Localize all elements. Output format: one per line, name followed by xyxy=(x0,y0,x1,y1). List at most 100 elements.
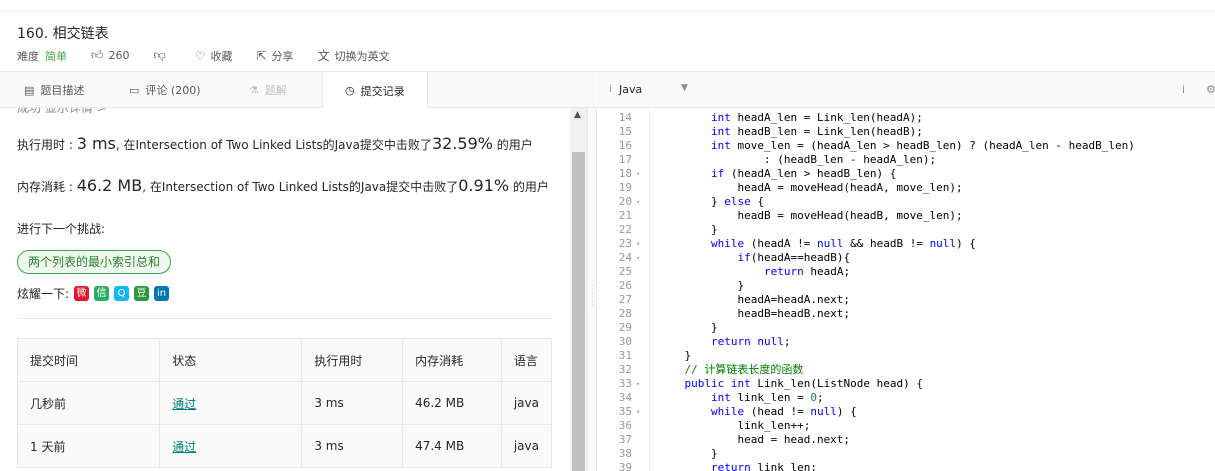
settings-icon[interactable]: ⚙ xyxy=(1206,83,1215,96)
cell-runtime: 3 ms xyxy=(301,424,404,468)
status-link[interactable]: 通过 xyxy=(172,397,196,411)
thumbs-down-icon: 👎︎ xyxy=(153,48,166,62)
drag-handle-icon[interactable]: · · · · · · xyxy=(591,282,594,310)
code-line[interactable]: link_len++; xyxy=(658,419,810,433)
line-number: 28 xyxy=(618,307,632,320)
doc-icon: ▤ xyxy=(24,83,35,97)
code-line[interactable]: } xyxy=(658,321,718,335)
line-number: 17 xyxy=(618,153,632,166)
code-line[interactable]: } xyxy=(658,349,691,363)
code-line[interactable]: headA=headA.next; xyxy=(658,293,850,307)
weibo-icon[interactable]: 微 xyxy=(74,286,90,301)
line-number: 24 xyxy=(618,251,632,264)
runtime-tail: 的用户 xyxy=(492,138,533,152)
linkedin-icon[interactable]: in xyxy=(154,286,170,301)
code-line[interactable]: if (headA_len > headB_len) { xyxy=(658,167,896,181)
code-line[interactable]: headB = moveHead(headB, move_len); xyxy=(658,209,962,223)
line-number: 15 xyxy=(618,125,632,138)
code-line[interactable]: } xyxy=(658,223,718,237)
scroll-up-arrow-icon[interactable]: ▲ xyxy=(574,110,581,120)
result-detail-link[interactable]: 成功 显示详情 > xyxy=(17,108,107,116)
code-line[interactable]: return headA; xyxy=(658,265,850,279)
code-line[interactable]: headA = moveHead(headA, move_len); xyxy=(658,181,962,195)
heart-icon: ♡ xyxy=(194,48,206,63)
runtime-value: 3 ms xyxy=(76,134,116,153)
code-line[interactable]: int move_len = (headA_len > headB_len) ?… xyxy=(658,139,1135,153)
line-number: 39 xyxy=(618,461,632,471)
status-link[interactable]: 通过 xyxy=(172,440,196,454)
switch-language-label: 切换为英文 xyxy=(334,49,390,63)
line-number: 29 xyxy=(618,321,632,334)
cell-language: java xyxy=(500,424,553,468)
like-button[interactable]: 👍︎ 260 xyxy=(91,48,130,63)
pane-splitter[interactable]: · · · · · · xyxy=(587,108,597,471)
left-scrollbar[interactable]: ▲ xyxy=(570,108,587,471)
code-line[interactable]: head = head.next; xyxy=(658,433,850,447)
share-button[interactable]: ⇱ 分享 xyxy=(257,48,294,64)
tab-label: 题解 xyxy=(264,84,287,97)
code-line[interactable]: public int Link_len(ListNode head) { xyxy=(658,377,923,391)
fold-arrow-icon[interactable]: ▾ xyxy=(636,167,640,181)
code-line[interactable]: return link_len; xyxy=(658,461,817,471)
code-line[interactable]: return null; xyxy=(658,335,791,349)
line-number: 16 xyxy=(618,139,632,152)
memory-value: 46.2 MB xyxy=(76,176,143,195)
challenge-tag[interactable]: 两个列表的最小索引总和 xyxy=(17,250,172,274)
flask-icon: ⚗ xyxy=(249,83,259,97)
line-number: 36 xyxy=(618,419,632,432)
tab-description[interactable]: ▤ 题目描述 xyxy=(24,72,84,108)
code-line[interactable]: int headB_len = Link_len(headB); xyxy=(658,125,923,139)
line-number: 21 xyxy=(618,209,632,222)
line-number: 32 xyxy=(618,363,632,376)
line-number: 30 xyxy=(618,335,632,348)
switch-language-button[interactable]: 文切换为英文 xyxy=(318,47,390,64)
fold-arrow-icon[interactable]: ▾ xyxy=(636,195,640,209)
cell-memory: 47.4 MB xyxy=(402,424,502,468)
runtime-desc: , 在Intersection of Two Linked Lists的Java… xyxy=(115,138,432,152)
fold-arrow-icon[interactable]: ▾ xyxy=(636,377,640,391)
submission-table: 提交时间 状态 执行用时 内存消耗 语言 几秒前 通过 3 ms 46.2 MB… xyxy=(16,338,553,468)
cell-runtime: 3 ms xyxy=(301,381,404,425)
chevron-down-icon[interactable]: ▼ xyxy=(681,83,688,93)
code-line[interactable]: while (headA != null && headB != null) { xyxy=(658,237,976,251)
code-line[interactable]: int link_len = 0; xyxy=(658,391,824,405)
fold-arrow-icon[interactable]: ▾ xyxy=(636,251,640,265)
code-line[interactable]: } xyxy=(658,447,718,461)
code-line[interactable]: while (head != null) { xyxy=(658,405,857,419)
top-strip xyxy=(0,0,1215,12)
problem-header: 160. 相交链表 难度 简单 👍︎ 260 👎︎ ♡ 收藏 ⇱ 分享 文切换为英文 xyxy=(0,12,1215,72)
line-number: 18 xyxy=(618,167,632,180)
code-line[interactable]: headB=headB.next; xyxy=(658,307,850,321)
code-line[interactable]: if(headA==headB){ xyxy=(658,251,850,265)
language-select[interactable]: Java xyxy=(619,83,642,96)
tab-label: 题目描述 xyxy=(40,84,85,97)
wechat-icon[interactable]: 信 xyxy=(94,286,110,301)
tab-solutions[interactable]: ⚗ 题解 xyxy=(249,72,287,108)
cell-memory: 46.2 MB xyxy=(402,381,502,425)
col-status: 状态 xyxy=(159,338,303,382)
scrollbar-thumb[interactable] xyxy=(572,152,585,471)
tab-submissions[interactable]: ◷ 提交记录 xyxy=(322,72,428,109)
cell-time: 几秒前 xyxy=(16,381,161,425)
col-memory: 内存消耗 xyxy=(402,338,502,382)
runtime-label: 执行用时 : xyxy=(17,138,77,152)
dislike-button[interactable]: 👎︎ xyxy=(154,48,171,63)
thumbs-up-icon: 👍︎ xyxy=(91,48,104,62)
code-line[interactable]: int headA_len = Link_len(headA); xyxy=(658,111,923,125)
fold-arrow-icon[interactable]: ▾ xyxy=(636,405,640,419)
code-editor[interactable]: 14 15 16 17 18 ▾ 19 20 ▾ 21 22 23 ▾ 24 ▾ 25 26 27 28 29 30 31… xyxy=(598,108,1215,471)
douban-icon[interactable]: 豆 xyxy=(134,286,150,301)
tab-comments[interactable]: ▭ 评论 (200) xyxy=(129,72,200,108)
line-number: 34 xyxy=(618,391,632,404)
col-submit-time: 提交时间 xyxy=(16,338,161,382)
qq-icon[interactable]: Q xyxy=(114,286,130,301)
code-line[interactable]: : (headB_len - headA_len); xyxy=(658,153,936,167)
tab-label: 提交记录 xyxy=(360,84,405,98)
collect-button[interactable]: ♡ 收藏 xyxy=(195,48,233,64)
code-line[interactable]: // 计算链表长度的函数 xyxy=(658,363,804,377)
editor-info-icon[interactable]: i xyxy=(1182,83,1185,96)
fold-arrow-icon[interactable]: ▾ xyxy=(636,237,640,251)
code-line[interactable]: } else { xyxy=(658,195,764,209)
code-line[interactable]: } xyxy=(658,279,744,293)
line-number: 26 xyxy=(618,279,632,292)
